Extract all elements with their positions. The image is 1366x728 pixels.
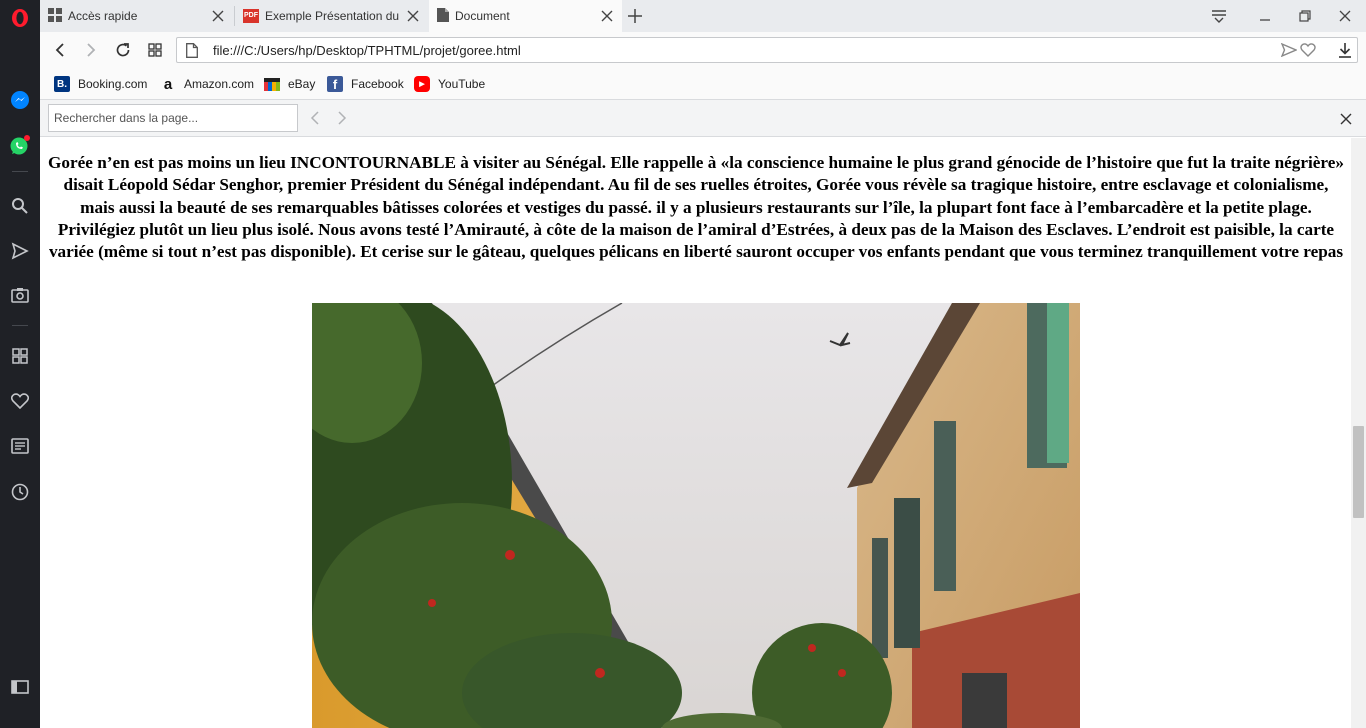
bookmark-facebook[interactable]: f Facebook [327, 74, 404, 94]
bookmark-ebay[interactable]: eBay [264, 74, 315, 94]
bookmark-label: Booking.com [78, 77, 148, 91]
heart-icon[interactable] [8, 389, 32, 413]
find-input[interactable] [48, 104, 298, 132]
bookmark-label: eBay [288, 77, 316, 91]
facebook-icon: f [327, 76, 343, 92]
reload-icon[interactable] [113, 40, 133, 60]
forward-icon[interactable] [81, 40, 101, 60]
close-icon[interactable] [211, 9, 225, 23]
url-text: file:///C:/Users/hp/Desktop/TPHTML/proje… [213, 43, 521, 58]
tabs-overview-icon[interactable] [145, 40, 165, 60]
tab-strip: Accès rapide PDF Exemple Présentation du… [40, 0, 1366, 32]
find-bar [40, 100, 1366, 137]
address-bar: file:///C:/Users/hp/Desktop/TPHTML/proje… [40, 32, 1366, 68]
article-paragraph: Gorée n’en est pas moins un lieu INCONTO… [48, 153, 1344, 262]
amazon-icon: a [163, 75, 173, 93]
speed-dial-icon[interactable] [8, 344, 32, 368]
bookmark-label: Amazon.com [184, 77, 255, 91]
find-next-icon[interactable] [337, 111, 347, 130]
scrollbar-thumb[interactable] [1353, 426, 1364, 518]
history-icon[interactable] [8, 480, 32, 504]
bookmark-booking[interactable]: B. Booking.com [54, 74, 147, 94]
bookmark-youtube[interactable]: ▶ YouTube [414, 74, 485, 94]
window-close-icon[interactable] [1335, 6, 1355, 26]
send-page-icon[interactable] [1280, 42, 1298, 62]
new-tab-button[interactable] [625, 6, 645, 26]
minimize-icon[interactable] [1255, 6, 1275, 26]
back-icon[interactable] [50, 40, 70, 60]
tab-label: Document [455, 9, 510, 23]
tab-label: Accès rapide [68, 9, 138, 23]
ebay-icon [264, 76, 280, 92]
whatsapp-icon[interactable] [8, 133, 32, 157]
tab-speed-dial[interactable]: Accès rapide [40, 0, 233, 32]
news-icon[interactable] [8, 434, 32, 458]
goree-street-photo [312, 303, 1080, 728]
download-icon[interactable] [1335, 40, 1355, 60]
restore-icon[interactable] [1295, 6, 1315, 26]
sidebar-toggle-icon[interactable] [8, 675, 32, 699]
bookmark-amazon[interactable]: a Amazon.com [160, 74, 254, 94]
tab-document[interactable]: Document [429, 0, 622, 32]
url-field[interactable]: file:///C:/Users/hp/Desktop/TPHTML/proje… [176, 37, 1358, 63]
booking-icon: B. [54, 76, 70, 92]
bookmark-label: Facebook [351, 77, 404, 91]
find-previous-icon[interactable] [310, 111, 320, 130]
tab-label: Exemple Présentation du p [265, 9, 403, 23]
bookmark-label: YouTube [438, 77, 486, 91]
camera-icon[interactable] [8, 283, 32, 307]
close-icon[interactable] [600, 9, 614, 23]
page-content: Gorée n’en est pas moins un lieu INCONTO… [40, 138, 1351, 728]
pdf-icon: PDF [243, 9, 259, 23]
sidebar-separator [12, 325, 28, 326]
close-icon[interactable] [406, 9, 420, 23]
youtube-icon: ▶ [414, 76, 430, 92]
bookmarks-bar: B. Booking.com a Amazon.com eBay f Faceb… [40, 68, 1366, 100]
messenger-icon[interactable] [8, 88, 32, 112]
sidebar-separator [12, 171, 28, 172]
tab-pdf[interactable]: PDF Exemple Présentation du p [235, 0, 428, 32]
opera-logo-icon[interactable] [8, 6, 32, 30]
bookmark-heart-icon[interactable] [1300, 43, 1316, 62]
page-scrollbar[interactable] [1351, 138, 1366, 728]
tab-menu-icon[interactable] [1209, 6, 1229, 26]
search-icon[interactable] [8, 194, 32, 218]
find-close-icon[interactable] [1340, 112, 1352, 130]
document-icon [437, 7, 449, 25]
grid-icon [48, 7, 62, 25]
file-icon [186, 43, 198, 63]
opera-sidebar [0, 0, 40, 728]
send-icon[interactable] [8, 239, 32, 263]
